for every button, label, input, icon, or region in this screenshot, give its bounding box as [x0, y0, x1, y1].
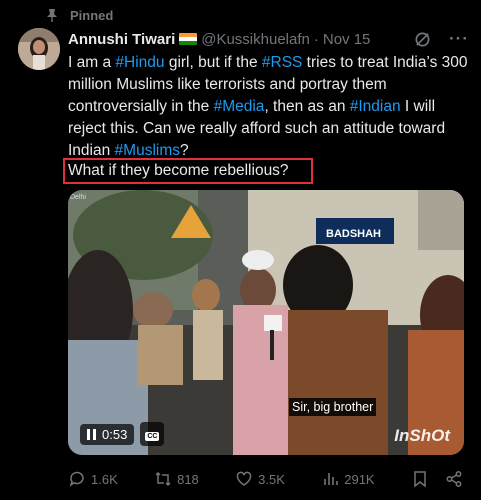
cc-icon: CC — [145, 432, 160, 441]
tweet-actions: 1.6K 818 3.5K 291K — [68, 468, 463, 490]
tweet-text-6: ? — [180, 142, 189, 159]
corner-channel-tag: Delhi — [70, 194, 86, 201]
hashtag-hindu[interactable]: #Hindu — [115, 54, 164, 71]
tweet-body: I am a #Hindu girl, but if the #RSS trie… — [68, 52, 473, 162]
reply-count: 1.6K — [91, 471, 118, 487]
pause-icon — [87, 428, 96, 440]
share-icon[interactable] — [445, 470, 463, 488]
author-name[interactable]: Annushi Tiwari — [68, 31, 175, 48]
views-button[interactable]: 291K — [321, 470, 375, 488]
shop-sign-text: BADSHAH — [326, 228, 381, 240]
hashtag-media[interactable]: #Media — [214, 98, 265, 115]
inshot-watermark: InShOt — [394, 426, 450, 445]
pinned-indicator: Pinned — [44, 6, 113, 24]
reply-icon — [69, 471, 84, 487]
view-count: 291K — [344, 471, 375, 487]
pinned-label: Pinned — [70, 7, 114, 23]
separator-dot: · — [313, 30, 319, 48]
bookmark-icon[interactable] — [411, 470, 429, 488]
highlighted-line: What if they become rebellious? — [68, 162, 289, 179]
india-flag-icon — [179, 33, 198, 45]
grok-icon[interactable] — [414, 31, 431, 48]
video-controls: 0:53 CC — [80, 422, 165, 446]
tweet-text-2: girl, but if the — [164, 54, 262, 71]
author-handle[interactable]: @Kussikhuelafn — [201, 31, 310, 48]
repost-count: 818 — [177, 471, 199, 487]
pin-icon — [47, 9, 57, 22]
video-frame — [68, 190, 464, 455]
views-icon — [324, 473, 339, 485]
video-subtitle: Sir, big brother — [289, 398, 377, 416]
tweet-text-4: , then as an — [264, 98, 350, 115]
video-time: 0:53 — [102, 426, 128, 442]
like-button[interactable]: 3.5K — [235, 470, 285, 488]
repost-icon — [155, 471, 171, 487]
reply-button[interactable]: 1.6K — [68, 470, 118, 488]
hashtag-rss[interactable]: #RSS — [262, 54, 303, 71]
hashtag-muslims[interactable]: #Muslims — [115, 142, 180, 159]
avatar[interactable] — [18, 28, 60, 70]
tweet-date[interactable]: Nov 15 — [323, 31, 371, 48]
more-icon[interactable]: ··· — [449, 29, 469, 49]
repost-button[interactable]: 818 — [154, 470, 199, 488]
captions-button[interactable]: CC — [140, 422, 165, 446]
like-icon — [236, 471, 252, 486]
pause-button[interactable]: 0:53 — [80, 423, 135, 445]
tweet-header: Annushi Tiwari @Kussikhuelafn · Nov 15 ·… — [68, 29, 469, 49]
hashtag-indian[interactable]: #Indian — [350, 98, 401, 115]
tweet-text-1: I am a — [68, 54, 116, 71]
like-count: 3.5K — [258, 471, 285, 487]
video-player[interactable]: Delhi BADSHAH Sir, big brother 0:53 CC I… — [68, 190, 464, 455]
